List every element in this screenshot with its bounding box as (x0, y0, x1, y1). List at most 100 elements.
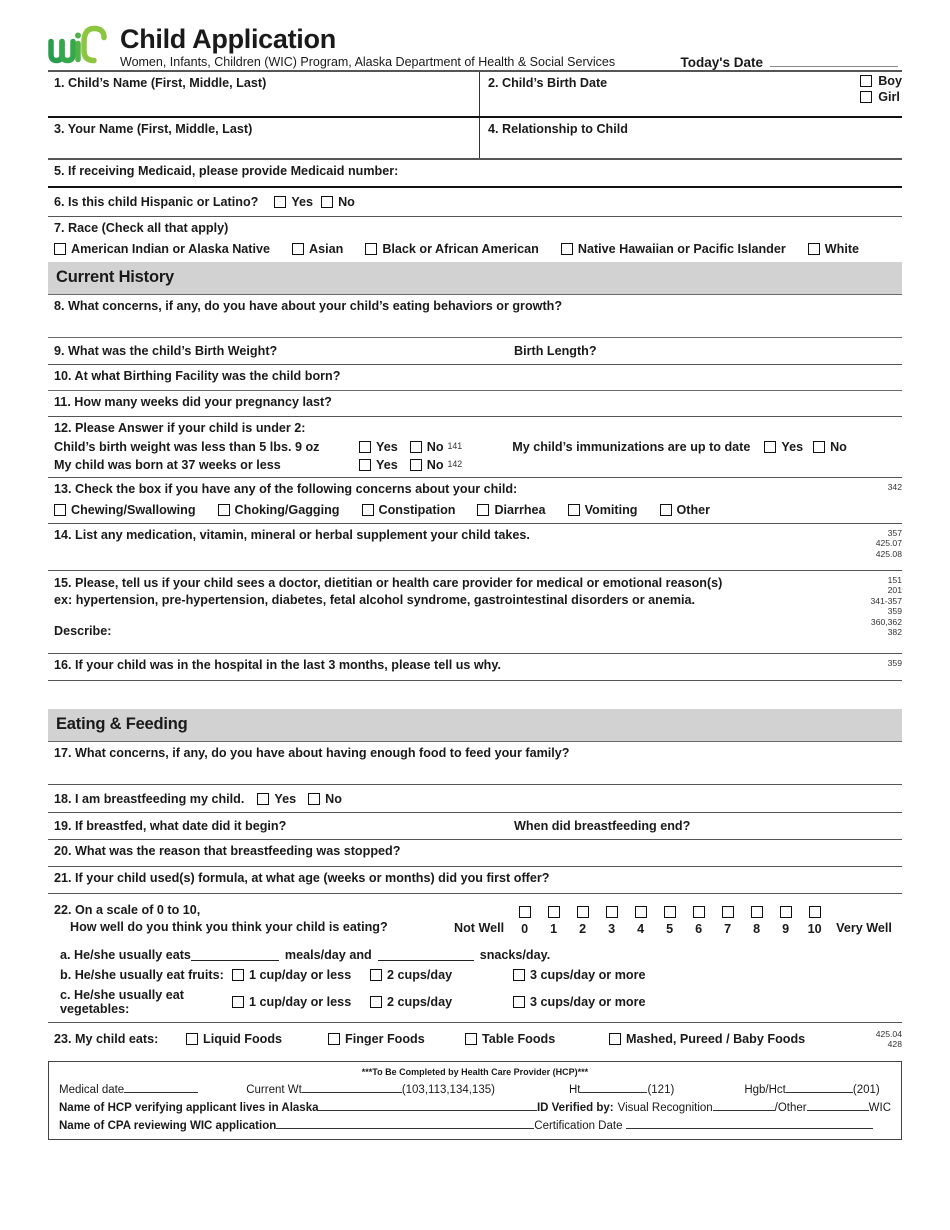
q22c-3cups-checkbox[interactable] (513, 996, 525, 1008)
q6-no-checkbox[interactable] (321, 196, 334, 208)
q11-pregnancy-weeks[interactable]: 11. How many weeks did your pregnancy la… (48, 391, 902, 416)
q6-yes-checkbox[interactable] (274, 196, 287, 208)
q22-checkbox-7[interactable] (721, 906, 734, 918)
q3-your-name-cell[interactable]: 3. Your Name (First, Middle, Last) (48, 118, 480, 158)
q22c-2cups-checkbox[interactable] (370, 996, 382, 1008)
q23-option-finger[interactable]: Finger Foods (328, 1032, 457, 1046)
sex-boy-option[interactable]: Boy (860, 74, 902, 88)
race-white-checkbox[interactable] (807, 243, 820, 255)
q22b-option-1cup[interactable]: 1 cup/day or less (232, 968, 362, 982)
q23-option-mashed[interactable]: Mashed, Pureed / Baby Foods (609, 1032, 805, 1046)
q18-yes-option[interactable]: Yes (257, 792, 296, 806)
q12-birthweight-yes-checkbox[interactable] (359, 441, 371, 453)
race-option-white[interactable]: White (807, 242, 859, 256)
q12-immunizations-yes-checkbox[interactable] (764, 441, 777, 453)
q22-checkbox-3[interactable] (605, 906, 618, 918)
q22-checkbox-2[interactable] (576, 906, 589, 918)
q22-tick-6[interactable]: 6 (684, 906, 713, 936)
q23-mashed-checkbox[interactable] (609, 1033, 621, 1045)
q19-breastfeeding-dates[interactable]: 19. If breastfed, what date did it begin… (48, 813, 902, 839)
q18-yes-checkbox[interactable] (257, 792, 270, 805)
q6-no-option[interactable]: No (321, 195, 355, 209)
q22-checkbox-0[interactable] (518, 906, 531, 918)
q22b-3cups-checkbox[interactable] (513, 969, 525, 981)
q22-tick-2[interactable]: 2 (568, 906, 597, 936)
todays-date-blank[interactable] (770, 66, 898, 67)
hcp-visual-recognition-blank[interactable] (712, 1100, 775, 1111)
q10-birthing-facility[interactable]: 10. At what Birthing Facility was the ch… (48, 365, 902, 390)
q23-option-table[interactable]: Table Foods (465, 1032, 601, 1046)
q13-other-checkbox[interactable] (659, 504, 672, 516)
q12-immunizations-yes[interactable]: Yes (764, 440, 803, 454)
q14-medications[interactable]: 357 425.07 425.08 14. List any medicatio… (48, 524, 902, 570)
q22-tick-0[interactable]: 0 (510, 906, 539, 936)
q12-birthweight-yes[interactable]: Yes (359, 440, 398, 454)
q13-constipation-checkbox[interactable] (361, 504, 374, 516)
race-option-native-hawaiian[interactable]: Native Hawaiian or Pacific Islander (560, 242, 786, 256)
q13-diarrhea-checkbox[interactable] (477, 504, 490, 516)
q22a-meals-snacks[interactable]: a. He/she usually eats meals/day and sna… (54, 948, 902, 962)
q23-finger-checkbox[interactable] (328, 1033, 340, 1045)
q22-checkbox-6[interactable] (692, 906, 705, 918)
q22-checkbox-4[interactable] (634, 906, 647, 918)
q22-checkbox-9[interactable] (779, 906, 792, 918)
q22c-option-3cups[interactable]: 3 cups/day or more (513, 995, 645, 1009)
q12-weeks-yes-checkbox[interactable] (359, 459, 371, 471)
q13-option-choking[interactable]: Choking/Gagging (217, 503, 340, 517)
q22-tick-10[interactable]: 10 (800, 906, 829, 936)
q13-vomiting-checkbox[interactable] (567, 504, 580, 516)
q13-option-constipation[interactable]: Constipation (361, 503, 455, 517)
q22a-meals-blank[interactable] (190, 949, 279, 961)
q17-food-security[interactable]: 17. What concerns, if any, do you have a… (48, 742, 902, 784)
q22-tick-4[interactable]: 4 (626, 906, 655, 936)
q22b-2cups-checkbox[interactable] (370, 969, 382, 981)
q22-tick-8[interactable]: 8 (742, 906, 771, 936)
q13-option-chewing[interactable]: Chewing/Swallowing (54, 503, 196, 517)
q1-child-name-cell[interactable]: 1. Child’s Name (First, Middle, Last) (48, 72, 480, 116)
q12-weeks-no[interactable]: No (409, 458, 444, 472)
q20-breastfeeding-stopped[interactable]: 20. What was the reason that breastfeedi… (48, 840, 902, 866)
q22-checkbox-8[interactable] (750, 906, 763, 918)
hcp-certification-date-blank[interactable] (626, 1118, 873, 1129)
q22a-snacks-blank[interactable] (377, 949, 474, 961)
q21-formula-age[interactable]: 21. If your child used(s) formula, at wh… (48, 867, 902, 893)
hcp-ht-blank[interactable] (580, 1082, 648, 1093)
q16-hospital[interactable]: 359 16. If your child was in the hospita… (48, 654, 902, 680)
q13-option-vomiting[interactable]: Vomiting (567, 503, 638, 517)
q22c-1cup-checkbox[interactable] (232, 996, 244, 1008)
q22-checkbox-5[interactable] (663, 906, 676, 918)
race-asian-checkbox[interactable] (292, 243, 305, 255)
q18-no-option[interactable]: No (308, 792, 342, 806)
hcp-medical-date-blank[interactable] (124, 1082, 199, 1093)
q12-weeks-yes[interactable]: Yes (359, 458, 398, 472)
hcp-current-wt-blank[interactable] (301, 1082, 402, 1093)
hcp-other-blank[interactable] (806, 1100, 869, 1111)
q13-chewing-checkbox[interactable] (54, 504, 66, 516)
q15-provider[interactable]: 151 201 341-357 359 360,362 382 15. Plea… (48, 571, 902, 653)
q18-no-checkbox[interactable] (308, 792, 321, 805)
race-option-black[interactable]: Black or African American (365, 242, 539, 256)
q13-option-other[interactable]: Other (659, 503, 710, 517)
q12-birthweight-no-checkbox[interactable] (409, 441, 422, 453)
sex-girl-option[interactable]: Girl (860, 90, 902, 104)
q22b-option-3cups[interactable]: 3 cups/day or more (513, 968, 645, 982)
q22-tick-3[interactable]: 3 (597, 906, 626, 936)
q12-immunizations-no-checkbox[interactable] (813, 441, 826, 453)
q13-option-diarrhea[interactable]: Diarrhea (477, 503, 546, 517)
hcp-cpa-blank[interactable] (276, 1118, 535, 1129)
q22-tick-7[interactable]: 7 (713, 906, 742, 936)
girl-checkbox[interactable] (860, 91, 873, 103)
race-option-asian[interactable]: Asian (292, 242, 343, 256)
q5-medicaid[interactable]: 5. If receiving Medicaid, please provide… (48, 160, 902, 186)
q22-tick-9[interactable]: 9 (771, 906, 800, 936)
race-american-indian-checkbox[interactable] (54, 243, 66, 255)
q13-choking-checkbox[interactable] (217, 504, 230, 516)
q12-weeks-no-checkbox[interactable] (409, 459, 422, 471)
hcp-name-blank[interactable] (318, 1100, 537, 1111)
hcp-hgb-blank[interactable] (785, 1082, 853, 1093)
q2-birth-date-cell[interactable]: 2. Child’s Birth Date Boy Girl (480, 72, 902, 116)
q22-checkbox-10[interactable] (808, 906, 821, 918)
todays-date-field[interactable]: Today's Date (681, 55, 902, 70)
q23-option-liquid[interactable]: Liquid Foods (186, 1032, 320, 1046)
q12-immunizations-no[interactable]: No (813, 440, 847, 454)
